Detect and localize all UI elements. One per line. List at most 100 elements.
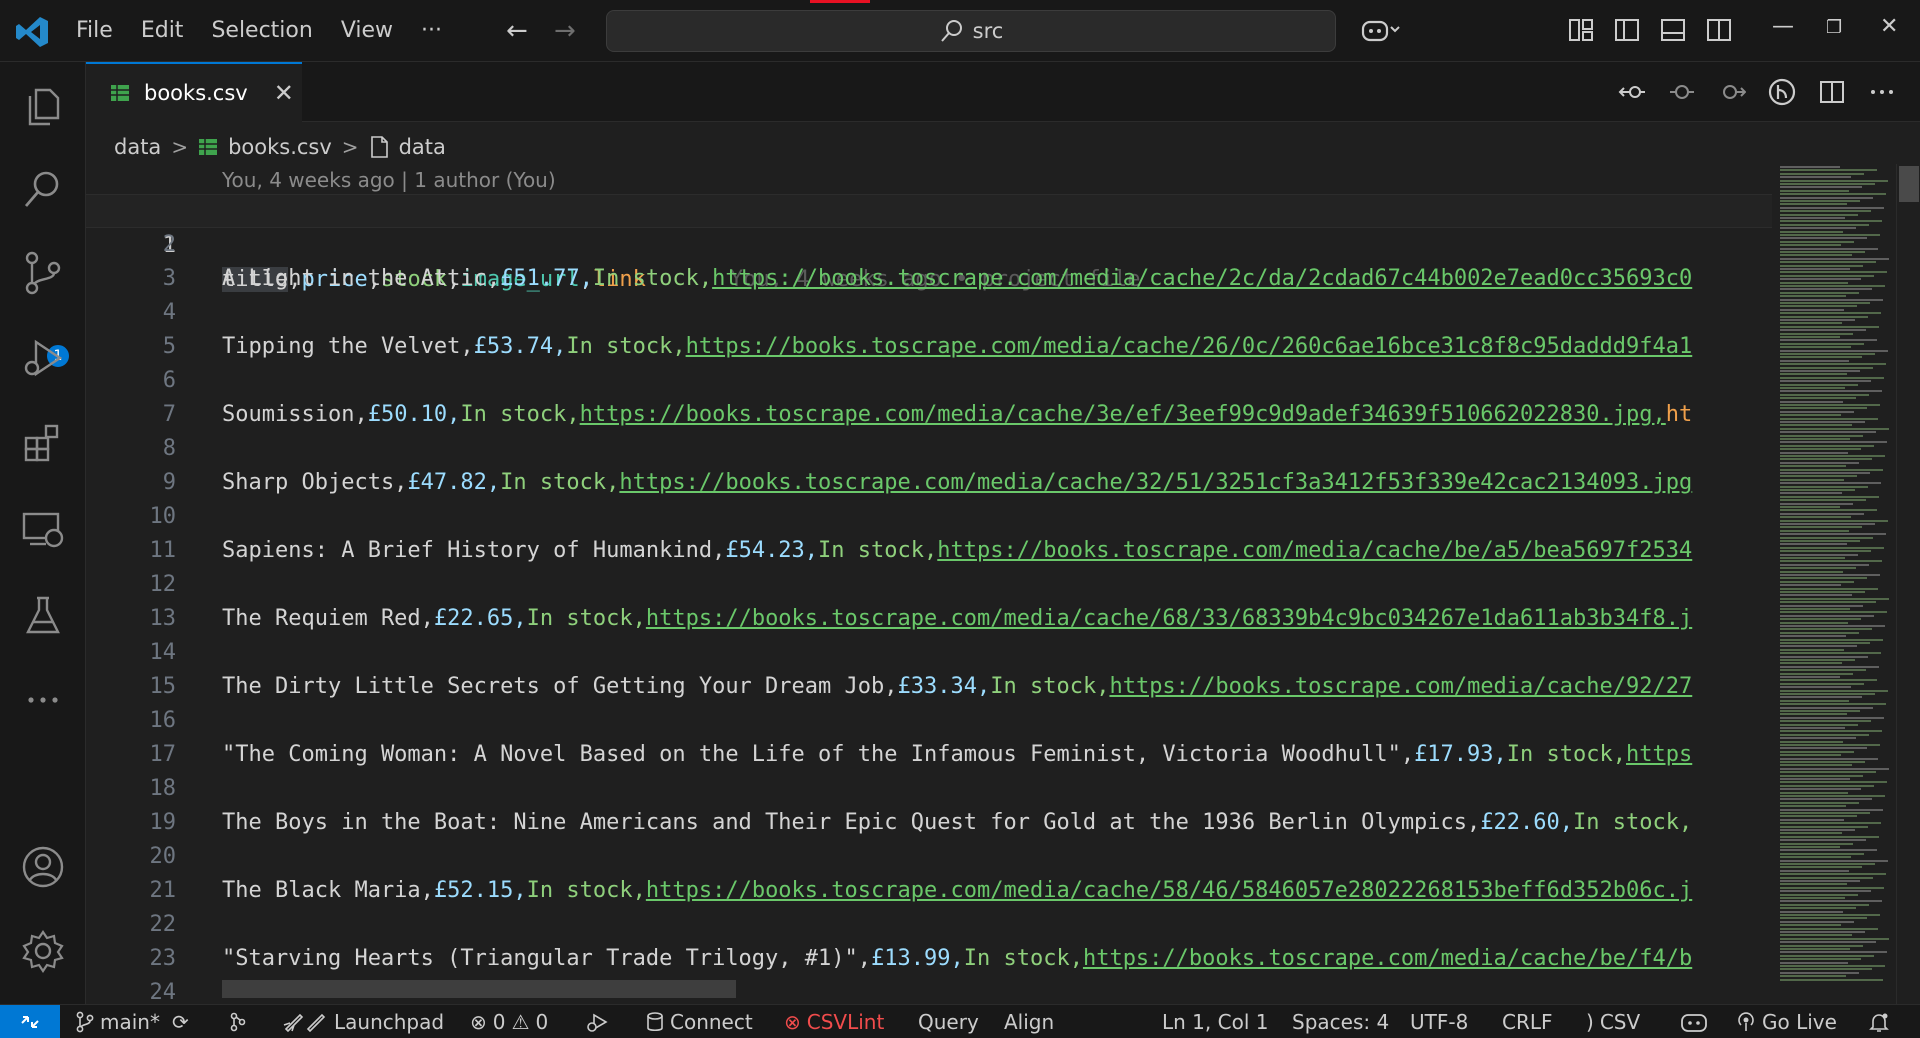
copilot-status[interactable] [1680,1005,1708,1038]
search-view-icon[interactable] [20,166,66,212]
sync-button[interactable]: ⟳ [172,1005,189,1038]
editor-line[interactable]: 12 [86,568,1772,602]
encoding[interactable]: UTF-8 [1410,1005,1468,1038]
editor-line[interactable]: 17 "The Coming Woman: A Novel Based on th… [86,738,1772,772]
cell-url[interactable]: https://books.toscrape.com/media/cache/5… [646,878,1692,903]
editor-line[interactable]: 9 Sharp Objects,£47.82,In stock,https://b… [86,466,1772,500]
breadcrumb-folder[interactable]: data [114,135,161,159]
editor-line[interactable]: 10 [86,500,1772,534]
toggle-panel-icon[interactable] [1660,16,1686,44]
editor-line[interactable]: 1 title,price,stock,image_url,link You, 4… [86,194,1772,292]
split-editor-icon[interactable] [1818,78,1846,106]
editor-line[interactable]: 19 The Boys in the Boat: Nine Americans a… [86,806,1772,840]
notifications-button[interactable] [1868,1005,1890,1038]
code-editor[interactable]: You, 4 weeks ago | 1 author (You) 1 titl… [86,164,1772,1004]
open-changes-icon[interactable] [1618,78,1646,106]
next-change-icon[interactable] [1718,78,1746,106]
editor-line[interactable]: 16 [86,704,1772,738]
csvlint-button[interactable]: ⊗ CSVLint [784,1005,884,1038]
cell-price: £33.34, [897,674,991,699]
editor-line[interactable]: 8 [86,432,1772,466]
customize-layout-icon[interactable] [1568,16,1594,44]
align-button[interactable]: Align [1004,1005,1054,1038]
more-views-icon[interactable] [20,676,66,722]
run-debug-icon[interactable] [20,334,66,380]
source-control-icon[interactable] [20,250,66,296]
editor-line[interactable]: 18 [86,772,1772,806]
menu-file[interactable]: File [62,0,127,62]
editor-line[interactable]: 13 The Requiem Red,£22.65,In stock,https:… [86,602,1772,636]
cell-url[interactable]: https://books.toscrape.com/media/cache/3… [619,470,1692,495]
editor-line[interactable]: 21 The Black Maria,£52.15,In stock,https:… [86,874,1772,908]
tab-close-icon[interactable]: ✕ [274,79,294,107]
menu-edit[interactable]: Edit [127,0,198,62]
previous-change-icon[interactable] [1668,78,1696,106]
scrollbar-thumb[interactable] [1899,166,1919,202]
extensions-icon[interactable] [20,420,66,466]
run-tasks-button[interactable] [586,1005,610,1038]
cell-url[interactable]: https://books.toscrape.com/media/cache/6… [646,606,1692,631]
codelens-blame[interactable]: You, 4 weeks ago | 1 author (You) [222,168,556,192]
launchpad-button[interactable]: Launchpad [282,1005,444,1038]
editor-line[interactable]: 22 [86,908,1772,942]
menu-more[interactable]: ··· [407,0,456,62]
vertical-scrollbar[interactable] [1896,164,1920,1004]
toggle-primary-sidebar-icon[interactable] [1614,16,1640,44]
minimap-line [1780,495,1879,498]
go-live-button[interactable]: Go Live [1736,1005,1837,1038]
settings-gear-icon[interactable] [20,928,66,974]
cell-url[interactable]: https://books.toscrape.com/media/cache/3… [580,402,1666,427]
remote-indicator[interactable] [0,1005,60,1038]
menu-selection[interactable]: Selection [197,0,326,62]
breadcrumb-symbol[interactable]: data [399,135,446,159]
editor-line[interactable]: 15 The Dirty Little Secrets of Getting Yo… [86,670,1772,704]
horizontal-scrollbar[interactable] [222,980,736,998]
connect-button[interactable]: Connect [646,1005,753,1038]
problems-indicator[interactable]: ⊗ 0 ⚠ 0 [470,1005,548,1038]
editor-line[interactable]: 6 [86,364,1772,398]
cell-url[interactable]: https://books.toscrape.com/media/cache/b… [1083,946,1692,971]
gitlens-icon[interactable] [1768,78,1796,106]
editor-line[interactable]: 11 Sapiens: A Brief History of Humankind,… [86,534,1772,568]
minimize-icon[interactable]: — [1772,14,1794,39]
explorer-icon[interactable] [20,82,66,128]
language-mode[interactable]: ) CSV [1586,1005,1640,1038]
editor-line[interactable]: 3 A Light in the Attic,£51.77,In stock,ht… [86,262,1772,296]
minimap-line [1780,737,1856,740]
editor-line[interactable]: 20 [86,840,1772,874]
minimap[interactable] [1776,164,1896,1004]
copilot-icon[interactable] [1360,16,1400,44]
cell-url[interactable]: https [1626,742,1692,767]
indentation[interactable]: Spaces: 4 [1292,1005,1389,1038]
more-actions-icon[interactable] [1868,78,1896,106]
cell-url[interactable]: https://books.toscrape.com/media/cache/b… [937,538,1692,563]
editor-line[interactable]: 5 Tipping the Velvet,£53.74,In stock,http… [86,330,1772,364]
close-window-icon[interactable]: ✕ [1880,14,1898,39]
toggle-secondary-sidebar-icon[interactable] [1706,16,1732,44]
cell-url[interactable]: https://books.toscrape.com/media/cache/9… [1109,674,1692,699]
editor-line[interactable]: 14 [86,636,1772,670]
breadcrumb-file[interactable]: books.csv [228,135,332,159]
tab-books-csv[interactable]: books.csv ✕ [86,62,302,122]
editor-line[interactable]: 4 [86,296,1772,330]
cell-url[interactable]: https://books.toscrape.com/media/cache/2… [686,334,1693,359]
cursor-position[interactable]: Ln 1, Col 1 [1162,1005,1268,1038]
git-branch[interactable]: main* [76,1005,160,1038]
query-button[interactable]: Query [918,1005,979,1038]
cell-url[interactable]: https://books.toscrape.com/media/cache/2… [712,266,1692,291]
remote-explorer-icon[interactable] [20,506,66,552]
end-of-line[interactable]: CRLF [1502,1005,1553,1038]
editor-line[interactable]: 7 Soumission,£50.10,In stock,https://book… [86,398,1772,432]
forward-arrow-icon[interactable]: → [554,16,576,46]
restore-icon[interactable]: ❐ [1826,17,1842,38]
back-arrow-icon[interactable]: ← [506,16,528,46]
testing-icon[interactable] [20,592,66,638]
command-center-search[interactable]: src [606,10,1336,52]
editor-line[interactable]: 2 [86,228,1772,262]
minimap-line [1780,278,1861,281]
minimap-line [1780,631,1859,634]
menu-view[interactable]: View [327,0,407,62]
editor-line[interactable]: 23 "Starving Hearts (Triangular Trade Tri… [86,942,1772,976]
accounts-icon[interactable] [20,844,66,890]
git-graph-button[interactable] [228,1005,248,1038]
